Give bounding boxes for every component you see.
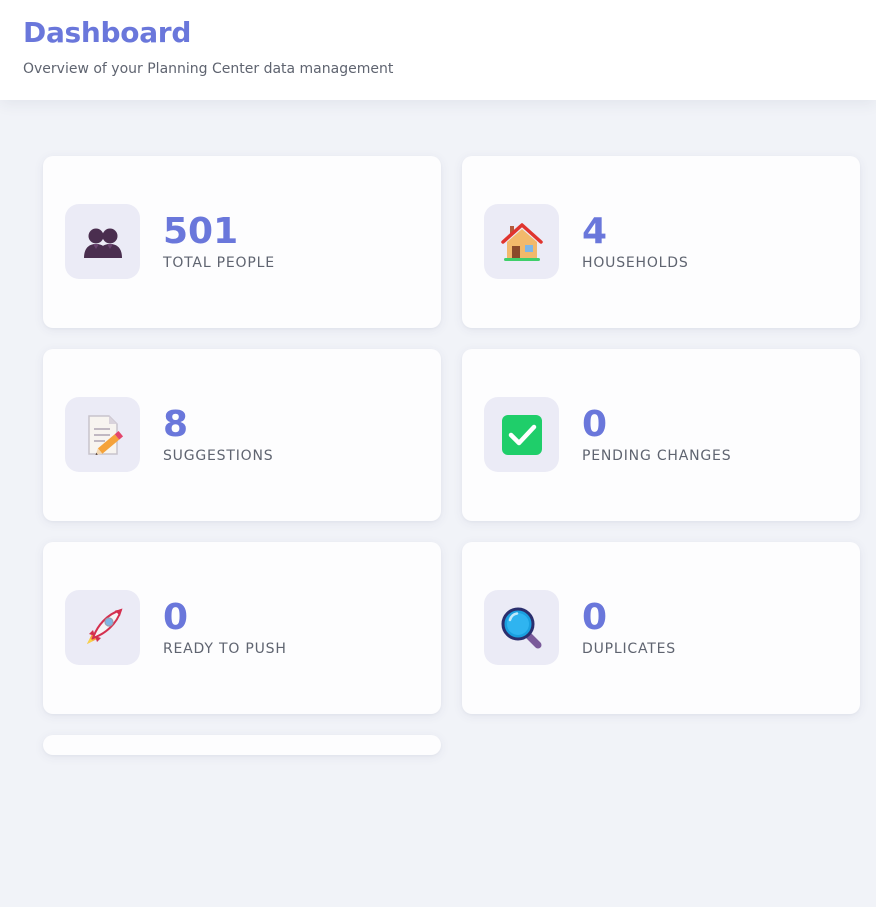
stat-card-duplicates[interactable]: 0 DUPLICATES bbox=[462, 542, 860, 714]
stat-value: 0 bbox=[163, 597, 189, 638]
stat-card-ready-to-push[interactable]: 0 READY TO PUSH bbox=[43, 542, 441, 714]
stat-label: READY TO PUSH bbox=[163, 641, 287, 657]
stat-value: 501 bbox=[163, 211, 239, 252]
stat-card-total-people[interactable]: 501 TOTAL PEOPLE bbox=[43, 156, 441, 328]
page-title: Dashboard bbox=[23, 16, 192, 49]
people-icon bbox=[65, 204, 140, 279]
stat-card-households[interactable]: 4 HOUSEHOLDS bbox=[462, 156, 860, 328]
stats-grid: 501 TOTAL PEOPLE 4 HOUSEHOLDS 8 SUGGESTI… bbox=[43, 156, 860, 907]
stat-card-suggestions[interactable]: 8 SUGGESTIONS bbox=[43, 349, 441, 521]
house-icon bbox=[484, 204, 559, 279]
stat-card-partial bbox=[43, 735, 441, 755]
check-mark-icon bbox=[484, 397, 559, 472]
stat-label: SUGGESTIONS bbox=[163, 448, 274, 464]
stat-label: DUPLICATES bbox=[582, 641, 676, 657]
stat-label: HOUSEHOLDS bbox=[582, 255, 689, 271]
stat-value: 8 bbox=[163, 404, 189, 445]
page-subtitle: Overview of your Planning Center data ma… bbox=[23, 61, 394, 77]
stat-card-pending-changes[interactable]: 0 PENDING CHANGES bbox=[462, 349, 860, 521]
page-header: Dashboard Overview of your Planning Cent… bbox=[0, 0, 876, 100]
stat-value: 0 bbox=[582, 597, 608, 638]
stat-label: TOTAL PEOPLE bbox=[163, 255, 275, 271]
stat-value: 0 bbox=[582, 404, 608, 445]
memo-pencil-icon bbox=[65, 397, 140, 472]
magnifier-icon bbox=[484, 590, 559, 665]
stat-label: PENDING CHANGES bbox=[582, 448, 732, 464]
rocket-icon bbox=[65, 590, 140, 665]
stat-value: 4 bbox=[582, 211, 608, 252]
